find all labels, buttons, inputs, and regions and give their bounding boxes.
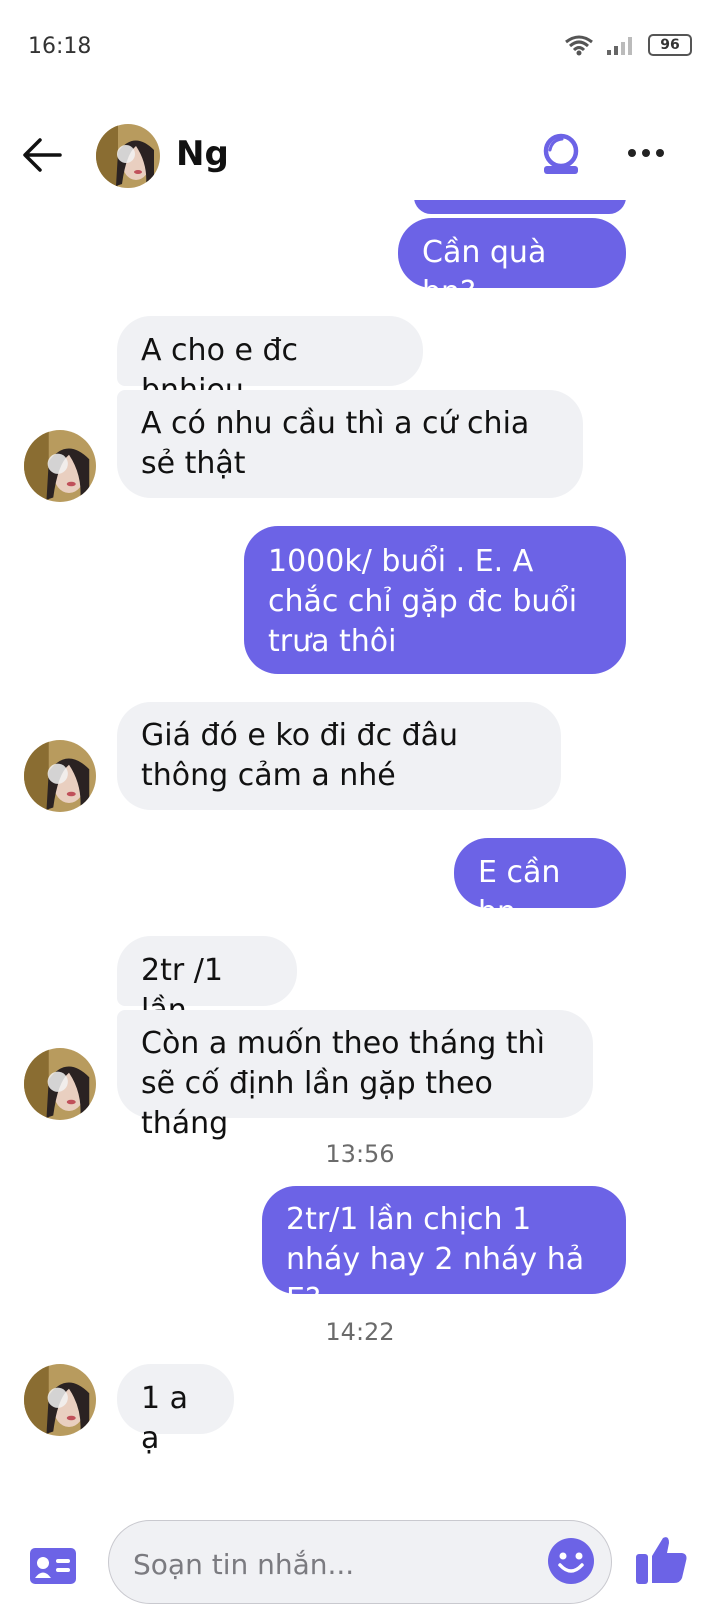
emoji-icon[interactable] (547, 1537, 595, 1585)
status-bar: 16:18 96 (0, 0, 720, 100)
contact-avatar-small[interactable] (24, 1364, 96, 1436)
battery-icon: 96 (648, 34, 692, 56)
clipped-message-bubble[interactable] (414, 200, 626, 214)
message-thread[interactable]: Cần quà bn? A cho e đc bnhieu A có nhu c… (0, 200, 720, 1490)
more-horizontal-icon[interactable] (626, 138, 666, 168)
contact-card-icon[interactable] (30, 1548, 76, 1584)
message-bubble-incoming[interactable]: A cho e đc bnhieu (117, 316, 423, 408)
message-bubble-outgoing[interactable]: Cần quà bn? (398, 218, 626, 310)
thumbs-up-icon[interactable] (636, 1534, 688, 1584)
timestamp: 14:22 (325, 1318, 395, 1346)
message-bubble-incoming[interactable]: 1 a ạ (117, 1364, 234, 1456)
message-bubble-outgoing[interactable]: E cần bn (454, 838, 626, 930)
message-bubble-outgoing[interactable]: 1000k/ buổi . E. A chắc chỉ gặp đc buổi … (244, 526, 626, 674)
status-icons: 96 (564, 34, 692, 56)
wifi-icon (565, 35, 593, 56)
message-composer (0, 1500, 720, 1612)
chat-header: Ng (0, 110, 720, 198)
message-bubble-incoming[interactable]: Giá đó e ko đi đc đâu thông cảm a nhé (117, 702, 561, 810)
battery-level: 96 (660, 37, 680, 53)
arrow-left-icon[interactable] (20, 132, 66, 178)
contact-avatar-small[interactable] (24, 430, 96, 502)
message-bubble-outgoing[interactable]: 2tr/1 lần chịch 1 nháy hay 2 nháy hả E? (262, 1186, 626, 1317)
timestamp: 13:56 (325, 1140, 395, 1168)
contact-avatar[interactable] (96, 124, 160, 188)
signal-icon (607, 37, 632, 55)
message-bubble-incoming[interactable]: Còn a muốn theo tháng thì sẽ cố định lần… (117, 1010, 593, 1141)
message-input-container[interactable] (108, 1520, 612, 1604)
message-input[interactable] (131, 1543, 525, 1585)
video-call-icon[interactable] (538, 130, 584, 180)
contact-avatar-small[interactable] (24, 740, 96, 812)
message-bubble-incoming[interactable]: A có nhu cầu thì a cứ chia sẻ thật (117, 390, 583, 498)
contact-avatar-small[interactable] (24, 1048, 96, 1120)
status-time: 16:18 (28, 34, 92, 59)
contact-name[interactable]: Ng (176, 134, 229, 174)
message-bubble-incoming[interactable]: 2tr /1 lần (117, 936, 297, 1028)
